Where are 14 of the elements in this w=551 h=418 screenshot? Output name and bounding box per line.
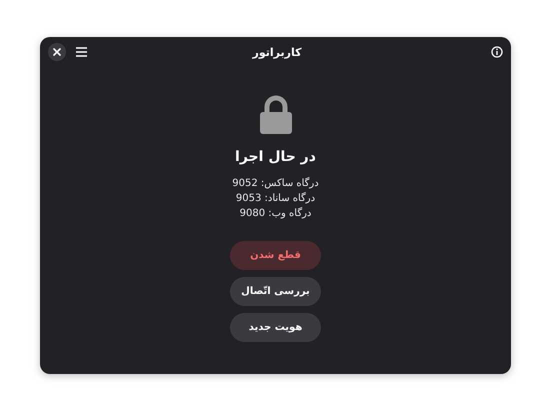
close-icon (53, 48, 61, 56)
menu-icon (76, 47, 87, 57)
window-title: کاربراتور (251, 46, 302, 58)
info-icon (491, 46, 503, 58)
action-button[interactable]: بررسی اتّصال (230, 277, 321, 306)
port-label: درگاه ساناد: 9053 (236, 192, 316, 205)
status-title: در حال اجرا (235, 149, 316, 165)
action-button[interactable]: هویت جدید (230, 313, 321, 342)
info-button[interactable] (491, 46, 503, 58)
port-label: درگاه ساکس: 9052 (232, 177, 319, 190)
menu-button[interactable] (76, 47, 87, 57)
close-button[interactable] (48, 43, 66, 61)
port-label: درگاه وب: 9080 (240, 207, 312, 220)
disconnect-button[interactable]: قطع شدن (230, 241, 321, 270)
